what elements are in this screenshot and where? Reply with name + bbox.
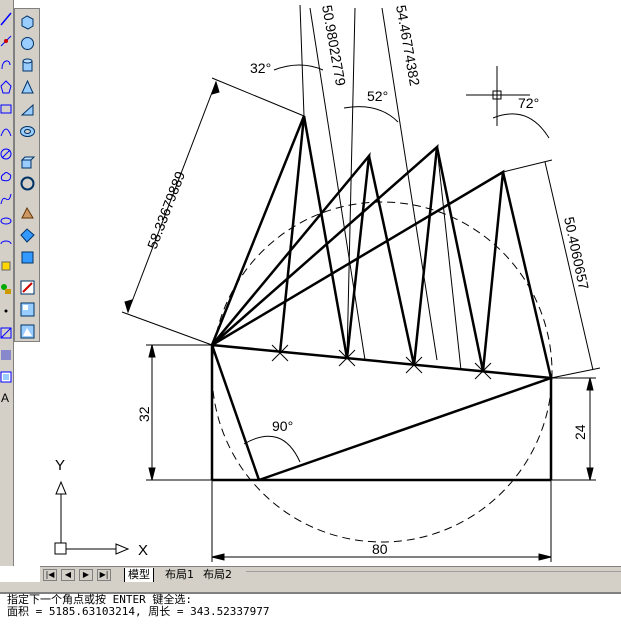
cylinder-icon[interactable]: [18, 56, 37, 75]
polyline-icon[interactable]: [0, 55, 12, 73]
command-result-line: 面积 = 5185.63103214, 周长 = 343.52337977: [7, 605, 270, 618]
dim-text-32: 32: [136, 406, 152, 422]
angle-text-32: 32°: [250, 60, 271, 76]
box-icon[interactable]: [18, 12, 37, 31]
ellipse-icon[interactable]: [0, 212, 12, 230]
layout-tab-bar: |◀ ◀ ▶ ▶| 模型 布局1 布局2: [40, 566, 621, 583]
last-tab-button[interactable]: ▶|: [97, 569, 111, 581]
horizontal-scrollbar[interactable]: [246, 571, 621, 581]
section-icon[interactable]: [18, 226, 37, 245]
draw-toolbar: A: [0, 0, 14, 566]
setup-profile-icon[interactable]: [18, 322, 37, 341]
hatch-icon[interactable]: [0, 324, 12, 342]
command-line[interactable]: 指定下一个角点或按 ENTER 键全选: 面积 = 5185.63103214,…: [0, 592, 621, 628]
drawing-canvas[interactable]: 58.33679889 50.98022779 54.46774382 50.4…: [0, 0, 621, 566]
multiline-text-icon[interactable]: A: [0, 388, 12, 406]
prev-tab-button[interactable]: ◀: [61, 569, 75, 581]
tab-layout2[interactable]: 布局2: [200, 568, 235, 582]
interfere-icon[interactable]: [18, 248, 37, 267]
first-tab-button[interactable]: |◀: [43, 569, 57, 581]
gradient-icon[interactable]: [0, 346, 12, 364]
polygon-icon[interactable]: [0, 78, 12, 96]
tab-layout1[interactable]: 布局1: [162, 568, 197, 582]
spline-icon[interactable]: [0, 190, 12, 208]
next-tab-button[interactable]: ▶: [79, 569, 93, 581]
svg-text:A: A: [1, 391, 9, 405]
torus-icon[interactable]: [18, 122, 37, 141]
angle-text-52: 52°: [367, 88, 388, 104]
cone-icon[interactable]: [18, 78, 37, 97]
make-block-icon[interactable]: [0, 280, 12, 298]
tab-model[interactable]: 模型: [124, 568, 154, 583]
circle-icon[interactable]: [0, 145, 12, 163]
angle-text-90: 90°: [272, 418, 293, 434]
ucs-y-label: Y: [55, 457, 65, 474]
splitter-bar[interactable]: [0, 582, 621, 592]
construction-line-icon[interactable]: [0, 32, 12, 50]
sphere-icon[interactable]: [18, 34, 37, 53]
region-icon[interactable]: [0, 368, 12, 386]
revolve-icon[interactable]: [18, 174, 37, 193]
wedge-icon[interactable]: [18, 100, 37, 119]
rectangle-icon[interactable]: [0, 100, 12, 118]
line-icon[interactable]: [0, 10, 12, 28]
setup-view-icon[interactable]: [18, 300, 37, 319]
insert-block-icon[interactable]: [0, 257, 12, 275]
setup-drawing-icon[interactable]: [18, 278, 37, 297]
dim-text-80: 80: [372, 541, 388, 557]
modeling-toolbar: [14, 8, 40, 342]
extrude-icon[interactable]: [18, 152, 37, 171]
point-icon[interactable]: [0, 302, 12, 320]
slice-icon[interactable]: [18, 204, 37, 223]
dim-text-24: 24: [572, 424, 588, 440]
ucs-x-label: X: [138, 542, 148, 559]
arc-icon[interactable]: [0, 122, 12, 140]
ellipse-arc-icon[interactable]: [0, 235, 12, 253]
angle-text-72: 72°: [518, 95, 539, 111]
revision-cloud-icon[interactable]: [0, 168, 12, 186]
